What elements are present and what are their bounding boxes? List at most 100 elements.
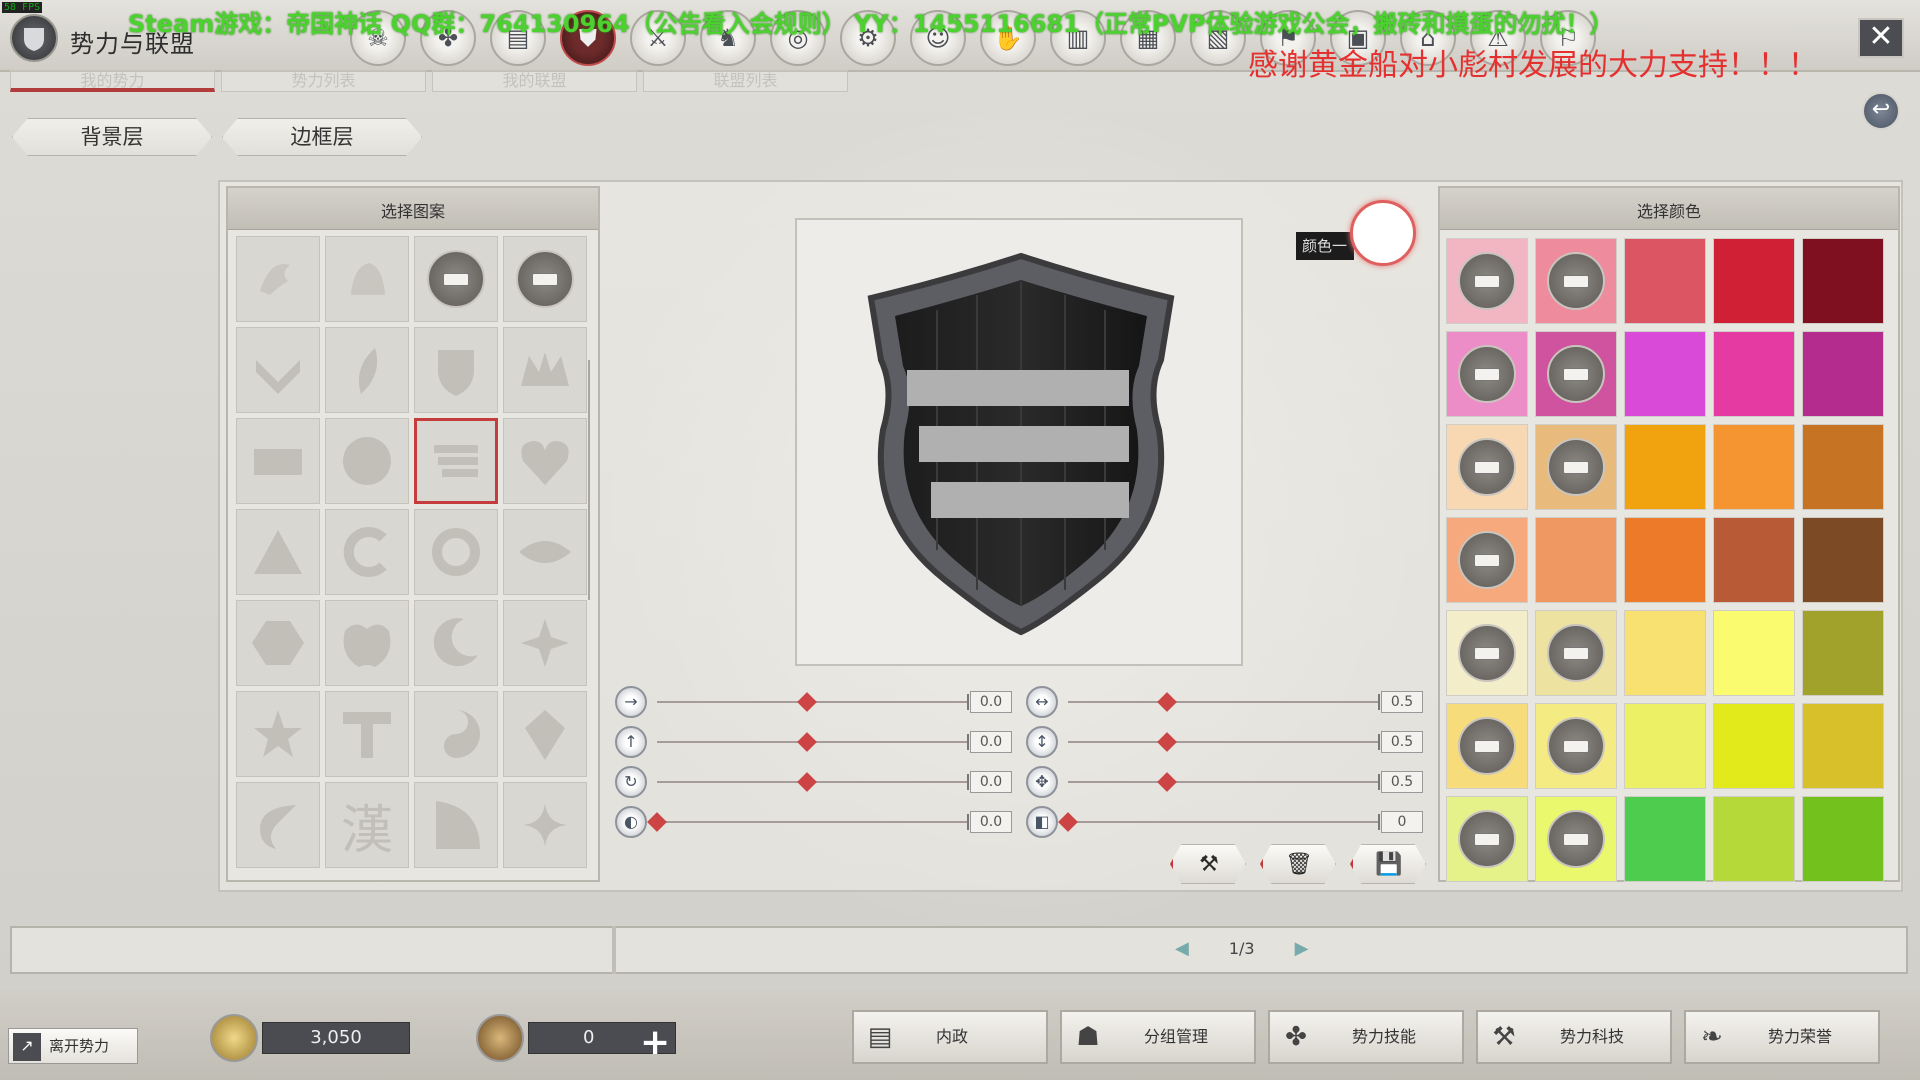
pattern-beast[interactable]: [325, 236, 409, 322]
add-resource-button[interactable]: +: [640, 1022, 670, 1063]
pattern-hexagon[interactable]: [236, 600, 320, 686]
pattern-crescent[interactable]: [414, 600, 498, 686]
color-swatch[interactable]: [1802, 238, 1884, 324]
footer-nav-1[interactable]: ☗ 分组管理: [1060, 1010, 1256, 1064]
next-page-button[interactable]: ▶: [1295, 938, 1309, 959]
color-swatch[interactable]: [1446, 703, 1528, 789]
color-swatch[interactable]: [1446, 424, 1528, 510]
tab-faction-list[interactable]: 势力列表: [221, 70, 426, 92]
color-swatch[interactable]: [1713, 424, 1795, 510]
color-swatch[interactable]: [1535, 238, 1617, 324]
color-swatch[interactable]: [1535, 331, 1617, 417]
pattern-c-letter[interactable]: [325, 509, 409, 595]
color-swatch[interactable]: [1713, 796, 1795, 882]
pattern-locked[interactable]: [503, 236, 587, 322]
color-swatch[interactable]: [1713, 238, 1795, 324]
pattern-locked[interactable]: [414, 236, 498, 322]
color-swatch[interactable]: [1446, 238, 1528, 324]
slider-value[interactable]: 0.5: [1381, 731, 1423, 753]
save-button[interactable]: 💾: [1350, 844, 1426, 884]
footer-nav-2[interactable]: ✤ 势力技能: [1268, 1010, 1464, 1064]
pattern-eye[interactable]: [503, 509, 587, 595]
pattern-yinyang[interactable]: [414, 691, 498, 777]
color-swatch[interactable]: [1535, 703, 1617, 789]
pattern-heart[interactable]: [503, 418, 587, 504]
color-swatch[interactable]: [1624, 238, 1706, 324]
pattern-sparkle[interactable]: [503, 782, 587, 868]
pattern-hook[interactable]: [236, 782, 320, 868]
footer-nav-4[interactable]: ❧ 势力荣誉: [1684, 1010, 1880, 1064]
tab-my-alliance[interactable]: 我的联盟: [432, 70, 637, 92]
slider-handle[interactable]: [797, 772, 817, 792]
slider-track[interactable]: [1068, 814, 1380, 830]
tab-background-layer[interactable]: 背景层: [12, 118, 212, 156]
slider-handle[interactable]: [1058, 812, 1078, 832]
back-button[interactable]: ↩: [1862, 92, 1900, 130]
slider-value[interactable]: 0.0: [970, 691, 1012, 713]
color-swatch[interactable]: [1802, 331, 1884, 417]
apply-button[interactable]: ⚒: [1170, 844, 1246, 884]
slider-handle[interactable]: [647, 812, 667, 832]
color-swatch[interactable]: [1446, 517, 1528, 603]
pattern-dragon[interactable]: [236, 236, 320, 322]
pattern-circle[interactable]: [325, 418, 409, 504]
delete-button[interactable]: 🗑: [1260, 844, 1336, 884]
color-swatch[interactable]: [1624, 796, 1706, 882]
slider-value[interactable]: 0: [1381, 811, 1423, 833]
color-slot-label[interactable]: 颜色一: [1296, 232, 1354, 260]
slider-track[interactable]: [1068, 694, 1380, 710]
color-swatch[interactable]: [1713, 331, 1795, 417]
color-swatch[interactable]: [1624, 703, 1706, 789]
slider-track[interactable]: [1068, 774, 1380, 790]
slider-value[interactable]: 0.0: [970, 811, 1012, 833]
color-swatch[interactable]: [1713, 517, 1795, 603]
color-swatch[interactable]: [1446, 610, 1528, 696]
tab-my-faction[interactable]: 我的势力: [10, 70, 215, 92]
slider-track[interactable]: [1068, 734, 1380, 750]
slider-value[interactable]: 0.0: [970, 771, 1012, 793]
pattern-three-bars[interactable]: [414, 418, 498, 504]
color-swatch[interactable]: [1624, 331, 1706, 417]
color-swatch[interactable]: [1802, 610, 1884, 696]
tab-alliance-list[interactable]: 联盟列表: [643, 70, 848, 92]
color-swatch[interactable]: [1624, 610, 1706, 696]
color-slot-swatch[interactable]: [1350, 200, 1416, 266]
color-swatch[interactable]: [1624, 517, 1706, 603]
slider-handle[interactable]: [1157, 772, 1177, 792]
pattern-star[interactable]: [236, 691, 320, 777]
pattern-rectangle[interactable]: [236, 418, 320, 504]
pattern-star4[interactable]: [503, 600, 587, 686]
pattern-scrollbar[interactable]: [588, 360, 590, 600]
color-swatch[interactable]: [1713, 703, 1795, 789]
pattern-spade[interactable]: [503, 691, 587, 777]
slider-value[interactable]: 0.5: [1381, 691, 1423, 713]
color-swatch[interactable]: [1446, 331, 1528, 417]
slider-track[interactable]: [657, 814, 969, 830]
slider-handle[interactable]: [1157, 692, 1177, 712]
color-swatch[interactable]: [1802, 517, 1884, 603]
slider-handle[interactable]: [1157, 732, 1177, 752]
color-swatch[interactable]: [1446, 796, 1528, 882]
leave-faction-button[interactable]: ↗ 离开势力: [8, 1028, 138, 1064]
slider-handle[interactable]: [797, 692, 817, 712]
pattern-shield[interactable]: [414, 327, 498, 413]
pattern-triangle[interactable]: [236, 509, 320, 595]
slider-value[interactable]: 0.5: [1381, 771, 1423, 793]
close-button[interactable]: ✕: [1858, 18, 1904, 58]
tab-border-layer[interactable]: 边框层: [222, 118, 422, 156]
pattern-crown[interactable]: [503, 327, 587, 413]
pattern-feather[interactable]: [325, 327, 409, 413]
color-swatch[interactable]: [1802, 796, 1884, 882]
color-swatch[interactable]: [1535, 610, 1617, 696]
color-swatch[interactable]: [1802, 703, 1884, 789]
pattern-ring[interactable]: [414, 509, 498, 595]
pattern-han-character[interactable]: 漢: [325, 782, 409, 868]
slider-handle[interactable]: [797, 732, 817, 752]
pattern-chevron[interactable]: [236, 327, 320, 413]
color-swatch[interactable]: [1535, 424, 1617, 510]
color-swatch[interactable]: [1713, 610, 1795, 696]
pattern-apple[interactable]: [325, 600, 409, 686]
prev-page-button[interactable]: ◀: [1175, 938, 1189, 959]
color-swatch[interactable]: [1535, 796, 1617, 882]
color-swatch[interactable]: [1624, 424, 1706, 510]
